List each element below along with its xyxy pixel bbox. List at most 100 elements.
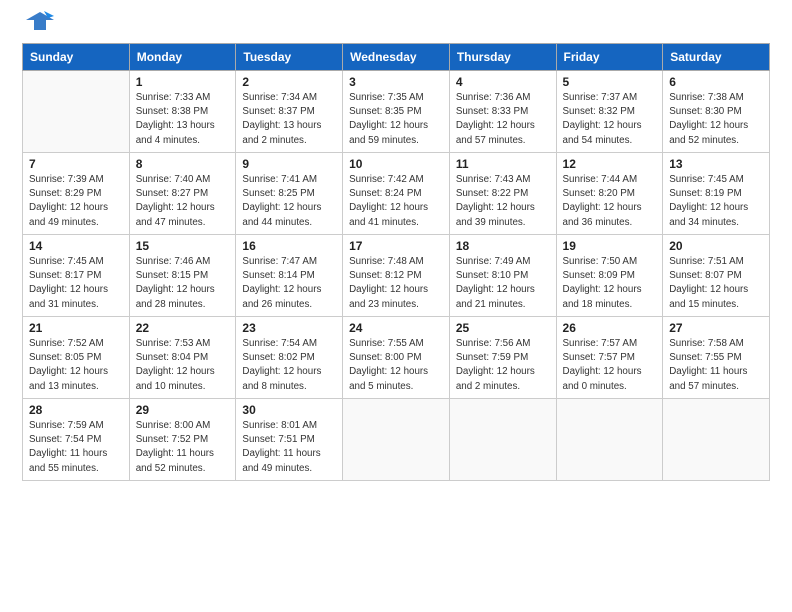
day-info: Sunrise: 7:55 AM Sunset: 8:00 PM Dayligh…: [349, 337, 443, 394]
page: Sunday Monday Tuesday Wednesday Thursday…: [0, 0, 792, 612]
table-row: 12Sunrise: 7:44 AM Sunset: 8:20 PM Dayli…: [556, 153, 663, 235]
table-row: 18 Sunrise: 7:49 AM Sunset: 8:10 PM Dayli…: [449, 235, 556, 317]
day-info: Sunrise: 7:40 AM Sunset: 8:27 PM Dayligh…: [136, 173, 230, 230]
day-info: Sunrise: 7:46 AM Sunset: 8:15 PM Dayligh…: [136, 255, 230, 312]
table-row: 9Sunrise: 7:41 AM Sunset: 8:25 PM Daylig…: [236, 153, 343, 235]
table-row: 27 Sunrise: 7:58 AM Sunset: 7:55 PM Dayli…: [663, 317, 770, 399]
day-info: Sunrise: 7:35 AM Sunset: 8:35 PM Dayligh…: [349, 91, 443, 148]
day-info: Sunrise: 7:49 AM Sunset: 8:10 PM Dayligh…: [456, 255, 550, 312]
day-number: 16: [242, 239, 336, 253]
day-number: 20: [669, 239, 763, 253]
table-row: 23 Sunrise: 7:54 AM Sunset: 8:02 PM Dayli…: [236, 317, 343, 399]
table-row: [449, 399, 556, 481]
calendar-table: Sunday Monday Tuesday Wednesday Thursday…: [22, 43, 770, 481]
table-row: 30 Sunrise: 8:01 AM Sunset: 7:51 PM Dayli…: [236, 399, 343, 481]
calendar-week-row: 1 Sunrise: 7:33 AM Sunset: 8:38 PM Daylig…: [23, 71, 770, 153]
table-row: 20 Sunrise: 7:51 AM Sunset: 8:07 PM Dayli…: [663, 235, 770, 317]
logo: [22, 18, 54, 37]
table-row: 10 Sunrise: 7:42 AM Sunset: 8:24 PM Dayli…: [343, 153, 450, 235]
day-number: 25: [456, 321, 550, 335]
table-row: 25 Sunrise: 7:56 AM Sunset: 7:59 PM Dayli…: [449, 317, 556, 399]
day-info: Sunrise: 7:42 AM Sunset: 8:24 PM Dayligh…: [349, 173, 443, 230]
day-number: 14: [29, 239, 123, 253]
day-number: 28: [29, 403, 123, 417]
calendar-week-row: 14 Sunrise: 7:45 AM Sunset: 8:17 PM Dayli…: [23, 235, 770, 317]
day-number: 27: [669, 321, 763, 335]
day-number: 2: [242, 75, 336, 89]
day-info: Sunrise: 7:59 AM Sunset: 7:54 PM Dayligh…: [29, 419, 123, 476]
day-number: 29: [136, 403, 230, 417]
day-number: 19: [563, 239, 657, 253]
calendar-week-row: 28 Sunrise: 7:59 AM Sunset: 7:54 PM Dayli…: [23, 399, 770, 481]
day-number: 11: [456, 157, 550, 171]
day-number: 23: [242, 321, 336, 335]
day-number: 18: [456, 239, 550, 253]
table-row: 2Sunrise: 7:34 AM Sunset: 8:37 PM Daylig…: [236, 71, 343, 153]
col-thursday: Thursday: [449, 44, 556, 71]
day-number: 17: [349, 239, 443, 253]
table-row: 17 Sunrise: 7:48 AM Sunset: 8:12 PM Dayli…: [343, 235, 450, 317]
day-number: 22: [136, 321, 230, 335]
day-info: Sunrise: 7:38 AM Sunset: 8:30 PM Dayligh…: [669, 91, 763, 148]
day-info: Sunrise: 8:00 AM Sunset: 7:52 PM Dayligh…: [136, 419, 230, 476]
table-row: 13 Sunrise: 7:45 AM Sunset: 8:19 PM Dayli…: [663, 153, 770, 235]
day-number: 24: [349, 321, 443, 335]
day-number: 8: [136, 157, 230, 171]
table-row: 14 Sunrise: 7:45 AM Sunset: 8:17 PM Dayli…: [23, 235, 130, 317]
day-info: Sunrise: 7:48 AM Sunset: 8:12 PM Dayligh…: [349, 255, 443, 312]
day-number: 10: [349, 157, 443, 171]
day-info: Sunrise: 7:58 AM Sunset: 7:55 PM Dayligh…: [669, 337, 763, 394]
day-number: 12: [563, 157, 657, 171]
day-info: Sunrise: 7:57 AM Sunset: 7:57 PM Dayligh…: [563, 337, 657, 394]
day-number: 1: [136, 75, 230, 89]
table-row: [343, 399, 450, 481]
day-info: Sunrise: 7:33 AM Sunset: 8:38 PM Dayligh…: [136, 91, 230, 148]
calendar-week-row: 21Sunrise: 7:52 AM Sunset: 8:05 PM Dayli…: [23, 317, 770, 399]
table-row: 3Sunrise: 7:35 AM Sunset: 8:35 PM Daylig…: [343, 71, 450, 153]
day-info: Sunrise: 7:43 AM Sunset: 8:22 PM Dayligh…: [456, 173, 550, 230]
table-row: 15 Sunrise: 7:46 AM Sunset: 8:15 PM Dayli…: [129, 235, 236, 317]
header: [22, 18, 770, 37]
day-number: 5: [563, 75, 657, 89]
col-wednesday: Wednesday: [343, 44, 450, 71]
table-row: 7Sunrise: 7:39 AM Sunset: 8:29 PM Daylig…: [23, 153, 130, 235]
table-row: [556, 399, 663, 481]
day-number: 4: [456, 75, 550, 89]
day-info: Sunrise: 7:52 AM Sunset: 8:05 PM Dayligh…: [29, 337, 123, 394]
table-row: 21Sunrise: 7:52 AM Sunset: 8:05 PM Dayli…: [23, 317, 130, 399]
day-number: 6: [669, 75, 763, 89]
day-number: 13: [669, 157, 763, 171]
day-number: 26: [563, 321, 657, 335]
col-sunday: Sunday: [23, 44, 130, 71]
day-info: Sunrise: 7:56 AM Sunset: 7:59 PM Dayligh…: [456, 337, 550, 394]
table-row: 8 Sunrise: 7:40 AM Sunset: 8:27 PM Daylig…: [129, 153, 236, 235]
day-info: Sunrise: 7:36 AM Sunset: 8:33 PM Dayligh…: [456, 91, 550, 148]
day-info: Sunrise: 7:37 AM Sunset: 8:32 PM Dayligh…: [563, 91, 657, 148]
day-info: Sunrise: 7:54 AM Sunset: 8:02 PM Dayligh…: [242, 337, 336, 394]
table-row: 19 Sunrise: 7:50 AM Sunset: 8:09 PM Dayli…: [556, 235, 663, 317]
day-info: Sunrise: 7:45 AM Sunset: 8:17 PM Dayligh…: [29, 255, 123, 312]
day-info: Sunrise: 7:45 AM Sunset: 8:19 PM Dayligh…: [669, 173, 763, 230]
col-friday: Friday: [556, 44, 663, 71]
table-row: 26 Sunrise: 7:57 AM Sunset: 7:57 PM Dayli…: [556, 317, 663, 399]
day-info: Sunrise: 7:53 AM Sunset: 8:04 PM Dayligh…: [136, 337, 230, 394]
day-info: Sunrise: 8:01 AM Sunset: 7:51 PM Dayligh…: [242, 419, 336, 476]
table-row: 22 Sunrise: 7:53 AM Sunset: 8:04 PM Dayli…: [129, 317, 236, 399]
day-info: Sunrise: 7:50 AM Sunset: 8:09 PM Dayligh…: [563, 255, 657, 312]
col-saturday: Saturday: [663, 44, 770, 71]
table-row: 5 Sunrise: 7:37 AM Sunset: 8:32 PM Daylig…: [556, 71, 663, 153]
day-number: 30: [242, 403, 336, 417]
table-row: 29 Sunrise: 8:00 AM Sunset: 7:52 PM Dayli…: [129, 399, 236, 481]
table-row: 28 Sunrise: 7:59 AM Sunset: 7:54 PM Dayli…: [23, 399, 130, 481]
logo-bird-icon: [26, 10, 54, 37]
table-row: [23, 71, 130, 153]
table-row: 16Sunrise: 7:47 AM Sunset: 8:14 PM Dayli…: [236, 235, 343, 317]
day-info: Sunrise: 7:39 AM Sunset: 8:29 PM Dayligh…: [29, 173, 123, 230]
day-info: Sunrise: 7:51 AM Sunset: 8:07 PM Dayligh…: [669, 255, 763, 312]
day-number: 9: [242, 157, 336, 171]
col-monday: Monday: [129, 44, 236, 71]
table-row: 24 Sunrise: 7:55 AM Sunset: 8:00 PM Dayli…: [343, 317, 450, 399]
calendar-week-row: 7Sunrise: 7:39 AM Sunset: 8:29 PM Daylig…: [23, 153, 770, 235]
day-number: 15: [136, 239, 230, 253]
table-row: 4 Sunrise: 7:36 AM Sunset: 8:33 PM Daylig…: [449, 71, 556, 153]
